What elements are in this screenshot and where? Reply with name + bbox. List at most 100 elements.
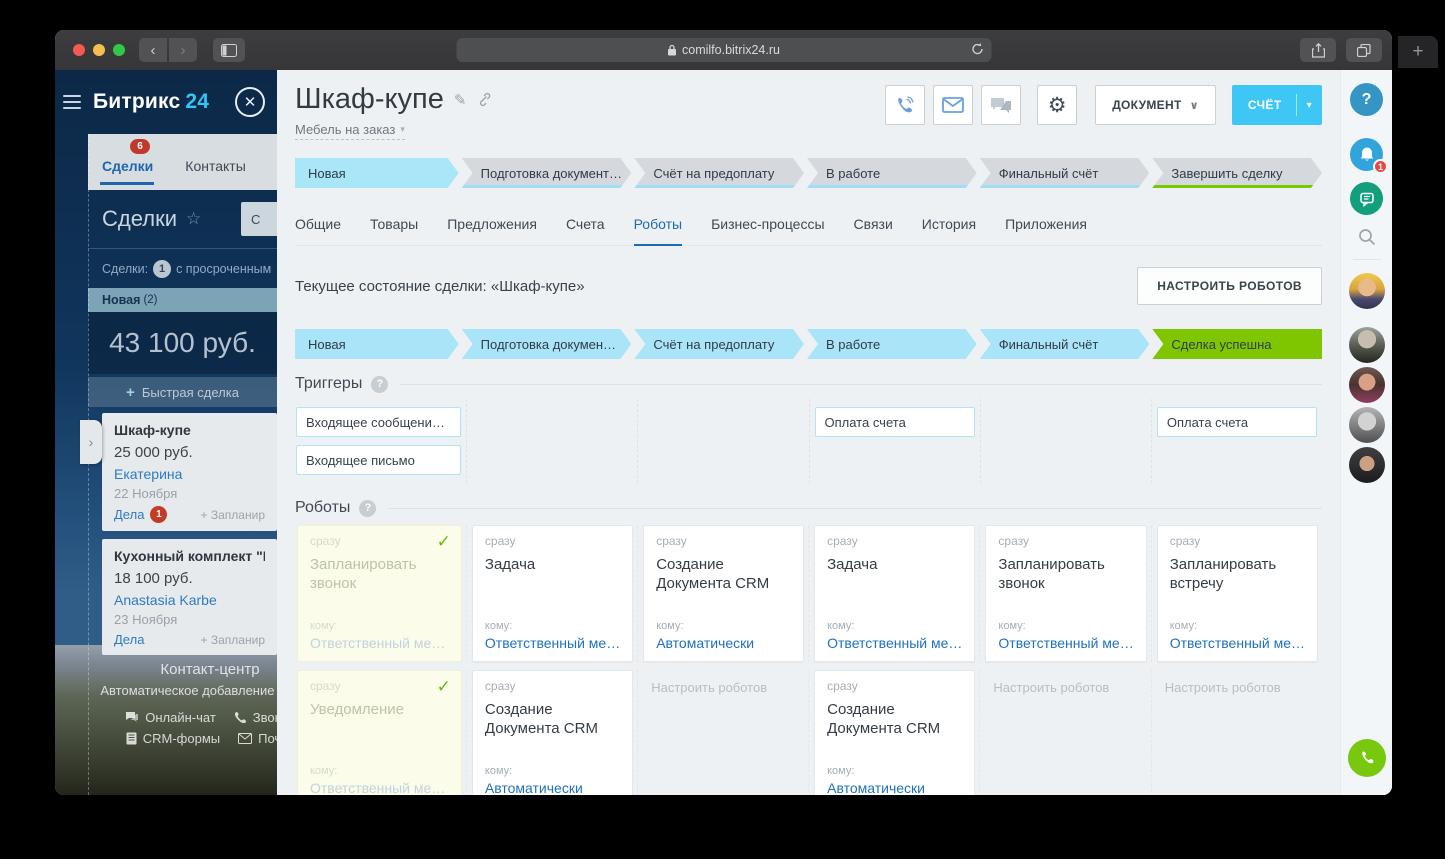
invoice-dropdown-caret[interactable]: ▾ — [1297, 100, 1322, 111]
brand-logo[interactable]: Битрикс 24 — [93, 90, 209, 114]
user-avatar[interactable] — [1348, 273, 1385, 309]
configure-robots-placeholder[interactable]: Настроить роботов — [985, 670, 1146, 705]
call-contact-button[interactable] — [885, 85, 926, 125]
tab-deals[interactable]: 6 Сделки — [88, 134, 171, 190]
robot-assignee-link[interactable]: Ответственный ме… — [1170, 635, 1305, 651]
plan-activity-link[interactable]: + Запланир — [201, 633, 265, 647]
trigger-incoming-message[interactable]: Входящее сообщени… — [296, 407, 462, 437]
open-chat-button[interactable] — [981, 85, 1022, 125]
create-deal-button[interactable]: С — [241, 202, 277, 236]
deal-card-activities-link[interactable]: Дела — [114, 632, 144, 647]
online-chat-link[interactable]: Онлайн-чат — [125, 710, 216, 725]
trigger-invoice-paid[interactable]: Оплата счета — [1156, 407, 1317, 437]
mail-link[interactable]: Почта — [238, 731, 277, 746]
robot-assignee-link[interactable]: Ответственный ме… — [827, 635, 962, 651]
sidebar-toggle-button[interactable] — [213, 38, 245, 62]
deal-card-activities-link[interactable]: Дела — [114, 507, 144, 522]
stage-prepay[interactable]: Счёт на предоплату — [634, 158, 804, 188]
robot-card[interactable]: сразу Задача кому: Ответственный ме… — [471, 525, 634, 662]
stage-final-invoice[interactable]: Финальный счёт — [980, 329, 1150, 359]
tab-robots[interactable]: Роботы — [633, 213, 683, 246]
robot-card[interactable]: сразу Запланировать звонок кому: Ответст… — [985, 525, 1147, 662]
stage-final-invoice[interactable]: Финальный счёт — [980, 158, 1150, 188]
tabs-overview-button[interactable] — [1346, 38, 1382, 62]
tab-applications[interactable]: Приложения — [1005, 213, 1087, 245]
notifications-button[interactable]: 1 — [1350, 138, 1388, 174]
stage-in-progress[interactable]: В работе — [807, 329, 977, 359]
copy-link-icon[interactable] — [476, 92, 491, 107]
deal-card[interactable]: Кухонный комплект "Кофе" 18 100 руб. Ana… — [102, 539, 277, 655]
deal-category-selector[interactable]: Мебель на заказ ▾ — [295, 122, 405, 140]
stage-new[interactable]: Новая — [295, 158, 459, 188]
minimize-window-button[interactable] — [93, 44, 105, 56]
forward-button[interactable]: › — [169, 38, 197, 62]
robot-card-done[interactable]: ✓ сразу Уведомление кому: Ответственный … — [297, 670, 462, 795]
configure-robots-button[interactable]: НАСТРОИТЬ РОБОТОВ — [1137, 267, 1322, 305]
favorite-star-icon[interactable]: ☆ — [186, 209, 201, 229]
robot-assignee-link[interactable]: Ответственный ме… — [998, 635, 1133, 651]
url-bar[interactable]: comilfo.bitrix24.ru — [456, 38, 991, 62]
stage-prepay[interactable]: Счёт на предоплату — [634, 329, 804, 359]
robot-assignee-link[interactable]: Ответственный ме… — [310, 780, 449, 795]
search-icon[interactable] — [1357, 227, 1377, 247]
menu-icon[interactable] — [63, 95, 81, 109]
expand-menu-handle[interactable]: › — [80, 420, 102, 464]
back-button[interactable]: ‹ — [139, 38, 167, 62]
tab-contacts[interactable]: Контакты — [171, 134, 263, 190]
tab-products[interactable]: Товары — [370, 213, 418, 245]
crm-forms-link[interactable]: CRM-формы — [126, 731, 220, 746]
quick-deal-button[interactable]: + Быстрая сделка — [88, 377, 277, 407]
send-email-button[interactable] — [933, 85, 974, 125]
calls-link[interactable]: Звонки — [234, 710, 277, 725]
tab-relations[interactable]: Связи — [854, 213, 893, 245]
stage-docs[interactable]: Подготовка докумен… — [462, 329, 632, 359]
share-button[interactable] — [1300, 38, 1336, 62]
robot-assignee-link[interactable]: Автоматически — [485, 780, 620, 795]
stage-new[interactable]: Новая — [295, 329, 459, 359]
user-avatar[interactable] — [1348, 367, 1385, 403]
robot-card-done[interactable]: ✓ сразу Запланировать звонок кому: Ответ… — [297, 525, 462, 662]
robot-assignee-link[interactable]: Ответственный ме… — [310, 635, 449, 651]
configure-robots-placeholder[interactable]: Настроить роботов — [1157, 670, 1318, 705]
robot-card[interactable]: сразу Создание Документа CRM кому: Автом… — [643, 525, 805, 662]
stage-close-deal[interactable]: Завершить сделку — [1152, 158, 1322, 188]
reload-button[interactable] — [970, 42, 984, 56]
stage-in-progress[interactable]: В работе — [807, 158, 977, 188]
robot-assignee-link[interactable]: Ответственный ме… — [485, 635, 620, 651]
stage-deal-won[interactable]: Сделка успешна — [1152, 329, 1323, 359]
robot-card[interactable]: сразу Создание Документа CRM кому: Автом… — [814, 670, 976, 795]
kanban-column-header[interactable]: Новая (2) — [88, 288, 277, 312]
tab-history[interactable]: История — [922, 213, 976, 245]
robot-assignee-link[interactable]: Автоматически — [827, 780, 962, 795]
close-panel-button[interactable]: ✕ — [235, 87, 265, 117]
stage-docs[interactable]: Подготовка документ… — [462, 158, 632, 188]
tab-invoices[interactable]: Счета — [566, 213, 605, 245]
messenger-button[interactable] — [1350, 182, 1383, 215]
close-window-button[interactable] — [73, 44, 85, 56]
help-icon[interactable]: ? — [371, 375, 389, 393]
deal-card[interactable]: Шкаф-купе 25 000 руб. Екатерина 22 Ноябр… — [102, 413, 277, 531]
call-button[interactable] — [1347, 739, 1386, 777]
configure-robots-placeholder[interactable]: Настроить роботов — [643, 670, 804, 705]
help-button[interactable]: ? — [1350, 83, 1383, 116]
zoom-window-button[interactable] — [113, 44, 125, 56]
robot-card[interactable]: сразу Запланировать встречу кому: Ответс… — [1156, 525, 1318, 662]
help-icon[interactable]: ? — [359, 499, 377, 517]
robot-card[interactable]: сразу Задача кому: Ответственный ме… — [814, 525, 976, 662]
trigger-invoice-paid[interactable]: Оплата счета — [814, 407, 975, 437]
settings-button[interactable]: ⚙ — [1037, 85, 1078, 125]
deal-card-contact-link[interactable]: Екатерина — [114, 466, 265, 482]
robot-card[interactable]: сразу Создание Документа CRM кому: Автом… — [471, 670, 634, 795]
user-avatar[interactable] — [1348, 447, 1385, 483]
tab-general[interactable]: Общие — [295, 213, 341, 245]
deal-card-contact-link[interactable]: Anastasia Karbe — [114, 592, 265, 608]
user-avatar[interactable] — [1348, 327, 1385, 363]
new-tab-button[interactable]: + — [1398, 36, 1438, 68]
trigger-incoming-email[interactable]: Входящее письмо — [296, 445, 462, 475]
tab-quotes[interactable]: Предложения — [447, 213, 537, 245]
plan-activity-link[interactable]: + Запланир — [201, 508, 265, 522]
robot-assignee-link[interactable]: Автоматически — [656, 635, 791, 651]
edit-title-icon[interactable]: ✎ — [454, 91, 467, 109]
user-avatar[interactable] — [1348, 407, 1385, 443]
invoice-button[interactable]: СЧЁТ ▾ — [1231, 85, 1322, 125]
